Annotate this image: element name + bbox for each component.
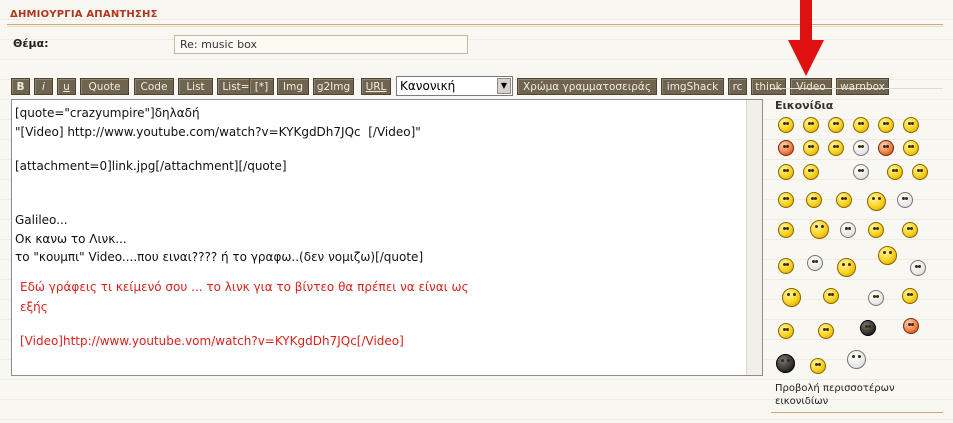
img-button[interactable]: Img [277,78,309,95]
think-icon[interactable] [807,255,823,271]
editor-line: Galileo... [15,213,68,227]
more-smilies-line: Προβολή περισσοτέρων [775,383,895,394]
peace-icon[interactable] [868,290,884,306]
sleep-icon[interactable] [878,246,897,265]
neutral-icon[interactable] [806,192,822,208]
editor-note-line: Εδώ γράφεις τι κείμενό σου ... το λινκ γ… [20,280,469,294]
angry-icon[interactable] [860,320,876,336]
ghost-icon[interactable] [803,164,819,180]
underline-button[interactable]: u [57,78,76,95]
quote-button[interactable]: Quote [80,78,129,95]
code-button[interactable]: Code [134,78,174,95]
red-arrow-indicator [788,0,824,76]
editor-line: [quote="crazyumpire"]δηλαδή [15,106,200,120]
lol-icon[interactable] [803,140,819,156]
sad-icon[interactable] [828,117,844,133]
editor-line: [attachment=0]link.jpg[/attachment][/quo… [15,159,287,173]
bow-icon[interactable] [910,260,926,276]
blink-icon[interactable] [778,323,794,339]
eek-icon[interactable] [903,117,919,133]
razz-icon[interactable] [903,140,919,156]
question-icon[interactable] [887,164,903,180]
message-textarea[interactable]: [quote="crazyumpire"]δηλαδή "[Video] htt… [11,99,763,376]
editor-note-line: εξής [20,300,48,314]
speech-icon[interactable] [778,258,794,274]
thumbs-icon[interactable] [867,192,886,211]
idea-icon[interactable] [912,164,928,180]
more-smilies-link[interactable]: Προβολή περισσοτέρων εικονιδίων [775,382,895,408]
italic-button[interactable]: i [34,78,53,95]
font-size-select[interactable]: Κανονική ▼ [396,76,513,96]
g2img-button[interactable]: g2Img [313,78,354,95]
eyes-icon[interactable] [810,220,829,239]
devil-icon[interactable] [903,318,919,334]
editor-scrollbar[interactable] [746,100,762,375]
bold-button[interactable]: B [11,78,30,95]
santa-icon[interactable] [810,358,826,374]
exclaim-icon[interactable] [853,164,869,180]
scream-icon[interactable] [782,288,801,307]
reply-form: ΔΗΜΙΟΥΡΓΙΑ ΑΠΑΝΤΗΣΗΣ Θέμα: Re: music box… [0,0,953,423]
list-button[interactable]: List [178,78,213,95]
smile-icon[interactable] [778,117,794,133]
mad-icon[interactable] [878,140,894,156]
drool-icon[interactable] [902,222,918,238]
ninja-icon[interactable] [818,323,834,339]
list-item-button[interactable]: [*] [249,78,274,95]
chevron-down-icon[interactable]: ▼ [497,78,511,94]
surprised-icon[interactable] [853,117,869,133]
font-color-button[interactable]: Χρώμα γραμματοσειράς [517,78,657,95]
cry-icon[interactable] [897,192,913,208]
bottom-divider [771,412,943,413]
rolleyes-icon[interactable] [778,222,794,238]
arrow-icon[interactable] [778,192,794,208]
form-title: ΔΗΜΙΟΥΡΓΙΑ ΑΠΑΝΤΗΣΗΣ [10,9,158,20]
editor-line: το "κουμπι" Video....που ειναι???? ή το … [15,250,424,264]
subject-input[interactable]: Re: music box [174,35,468,54]
wink-icon[interactable] [878,117,894,133]
editor-line: Οκ κανω το Λινκ... [15,232,127,246]
confused-icon[interactable] [853,140,869,156]
video-button[interactable]: Video [790,78,832,95]
santa-icon[interactable] [847,350,866,369]
hang-icon[interactable] [823,288,839,304]
font-size-value: Κανονική [400,79,456,93]
grin-icon[interactable] [803,117,819,133]
think-button[interactable]: think [751,78,786,95]
rc-button[interactable]: rc [728,78,747,95]
angel-icon[interactable] [868,222,884,238]
clap-icon[interactable] [840,222,856,238]
wave-icon[interactable] [836,192,852,208]
beer-icon[interactable] [776,354,795,373]
imgshack-button[interactable]: imgShack [661,78,724,95]
editor-line: "[Video] http://www.youtube.com/watch?v=… [15,125,421,139]
shy-icon[interactable] [902,288,918,304]
url-button[interactable]: URL [361,78,391,95]
editor-note-line: [Video]http://www.youtube.vom/watch?v=KY… [20,334,404,348]
subject-label: Θέμα: [13,37,49,50]
warnbox-button[interactable]: warnbox [836,78,889,95]
happy-icon[interactable] [837,258,856,277]
shocked-icon[interactable] [778,164,794,180]
evil-icon[interactable] [778,140,794,156]
sidebar-divider [771,88,943,89]
cool-icon[interactable] [828,140,844,156]
more-smilies-line: εικονιδίων [775,396,829,407]
smilies-title: Εικονίδια [775,99,834,112]
